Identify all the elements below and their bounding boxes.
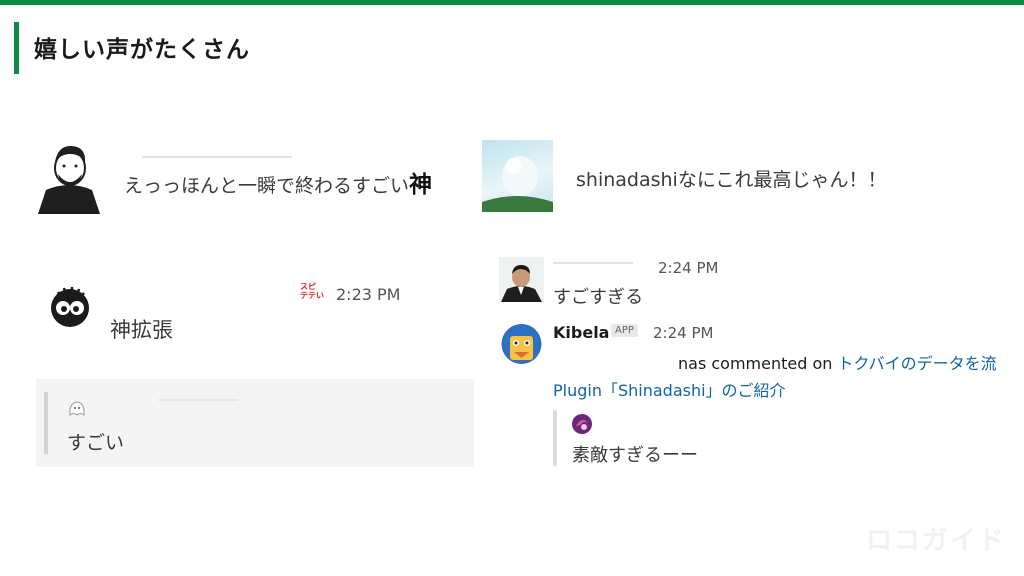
sender-name[interactable]: Kibela xyxy=(553,323,609,342)
hidden-username-line xyxy=(142,156,292,158)
logo-watermark: ロコガイド xyxy=(866,526,1007,556)
avatar-cartoon-face[interactable] xyxy=(48,284,92,328)
article-link[interactable]: トクバイのデータを流 xyxy=(837,354,996,373)
quote-bar xyxy=(553,410,557,466)
message-timestamp[interactable]: 2:24 PM xyxy=(658,259,718,277)
avatar-user-illustration[interactable] xyxy=(36,140,102,214)
kibela-lion-icon[interactable] xyxy=(499,322,544,367)
message-timestamp[interactable]: 2:23 PM xyxy=(336,285,400,304)
message-text: 神拡張 xyxy=(110,318,173,342)
quoted-text: すごい xyxy=(67,432,125,454)
avatar-person-photo[interactable] xyxy=(499,257,544,302)
title-accent-mark xyxy=(14,22,19,74)
avatar-small[interactable] xyxy=(572,414,592,434)
hidden-username-line xyxy=(158,399,238,401)
quoted-text: 素敵すぎるーー xyxy=(572,445,698,466)
top-accent-bar xyxy=(0,0,1024,5)
quote-bar xyxy=(44,392,48,454)
message-text: shinadashiなにこれ最高じゃん！！ xyxy=(576,169,887,191)
hidden-username-line xyxy=(553,262,633,264)
custom-emoji-badge: スピ テテい xyxy=(300,282,324,300)
message-text: えっっほんと一瞬で終わるすごい神 xyxy=(124,172,433,198)
page-title: 嬉しい声がたくさん xyxy=(34,37,250,63)
message-text: すごすぎる xyxy=(553,287,644,308)
article-link[interactable]: Plugin「Shinadashi」のご紹介 xyxy=(553,377,786,401)
avatar-watercolor-image[interactable] xyxy=(482,140,553,212)
message-text: nas commented on トクバイのデータを流 xyxy=(678,354,997,373)
ghost-avatar-icon xyxy=(67,399,87,417)
app-badge: APP xyxy=(611,324,638,337)
message-timestamp[interactable]: 2:24 PM xyxy=(653,324,713,342)
